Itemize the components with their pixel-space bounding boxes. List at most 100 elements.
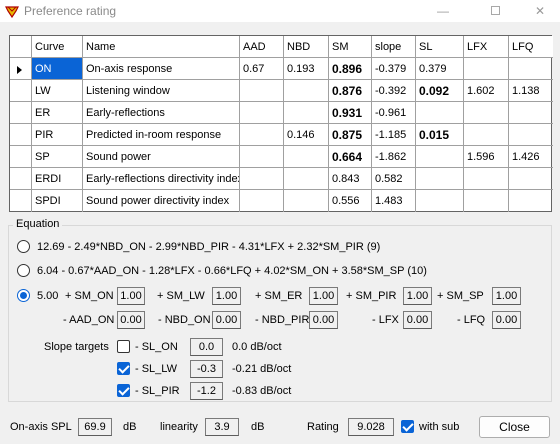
sl-on-checkbox[interactable]: [117, 340, 130, 353]
column-header[interactable]: SM: [329, 36, 372, 58]
column-header[interactable]: LFQ: [509, 36, 553, 58]
table-cell[interactable]: 0.67: [240, 58, 284, 80]
row-header[interactable]: [10, 102, 32, 124]
table-cell[interactable]: [509, 102, 553, 124]
table-cell[interactable]: [416, 190, 464, 212]
table-cell[interactable]: [509, 58, 553, 80]
row-header[interactable]: [10, 190, 32, 212]
linearity-value[interactable]: 3.9: [205, 418, 239, 436]
table-cell[interactable]: 0.843: [329, 168, 372, 190]
row-header[interactable]: [10, 124, 32, 146]
sl-pir-checkbox[interactable]: [117, 384, 130, 397]
table-cell[interactable]: [284, 146, 329, 168]
table-cell-curve[interactable]: LW: [32, 80, 83, 102]
sm-er-weight-input[interactable]: 1.00: [309, 287, 338, 305]
equation-custom-radio[interactable]: [17, 289, 30, 302]
table-cell[interactable]: [464, 58, 509, 80]
nbd-on-weight-input[interactable]: 0.00: [212, 311, 241, 329]
close-button[interactable]: Close: [479, 416, 550, 438]
table-cell[interactable]: [240, 124, 284, 146]
table-cell-curve[interactable]: SPDI: [32, 190, 83, 212]
table-cell[interactable]: Listening window: [83, 80, 240, 102]
table-cell[interactable]: 0.015: [416, 124, 464, 146]
table-cell[interactable]: [240, 168, 284, 190]
maximize-button[interactable]: [472, 0, 518, 23]
table-cell[interactable]: 0.876: [329, 80, 372, 102]
table-cell[interactable]: [240, 80, 284, 102]
column-header[interactable]: Name: [83, 36, 240, 58]
aad-on-weight-input[interactable]: 0.00: [117, 311, 145, 329]
table-cell[interactable]: [464, 124, 509, 146]
column-header[interactable]: slope: [372, 36, 416, 58]
table-cell[interactable]: 0.193: [284, 58, 329, 80]
row-header[interactable]: [10, 80, 32, 102]
sm-pir-weight-input[interactable]: 1.00: [403, 287, 432, 305]
table-cell[interactable]: -0.961: [372, 102, 416, 124]
table-cell[interactable]: [240, 146, 284, 168]
table-cell[interactable]: 0.582: [372, 168, 416, 190]
table-cell[interactable]: 0.556: [329, 190, 372, 212]
table-cell[interactable]: [416, 168, 464, 190]
table-cell[interactable]: -0.379: [372, 58, 416, 80]
equation-option-2-label[interactable]: 6.04 - 0.67*AAD_ON - 1.28*LFX - 0.66*LFQ…: [37, 265, 427, 277]
table-cell-curve[interactable]: ERDI: [32, 168, 83, 190]
table-cell[interactable]: [464, 190, 509, 212]
table-cell[interactable]: [284, 80, 329, 102]
table-cell[interactable]: Early-reflections: [83, 102, 240, 124]
table-cell[interactable]: [240, 102, 284, 124]
table-cell[interactable]: 0.379: [416, 58, 464, 80]
column-header[interactable]: AAD: [240, 36, 284, 58]
table-cell[interactable]: [284, 102, 329, 124]
table-cell[interactable]: 0.664: [329, 146, 372, 168]
table-cell[interactable]: 0.146: [284, 124, 329, 146]
table-cell[interactable]: [240, 190, 284, 212]
row-header[interactable]: [10, 168, 32, 190]
equation-option-1-radio[interactable]: [17, 240, 30, 253]
sl-lw-target-input[interactable]: -0.3: [190, 360, 223, 378]
table-cell[interactable]: Sound power: [83, 146, 240, 168]
close-window-button[interactable]: ✕: [517, 0, 560, 23]
rating-grid[interactable]: Curve Name AAD NBD SM slope SL LFX LFQ O…: [9, 35, 553, 212]
minimize-button[interactable]: —: [420, 0, 466, 23]
nbd-pir-weight-input[interactable]: 0.00: [309, 311, 338, 329]
table-cell[interactable]: 1.602: [464, 80, 509, 102]
table-cell[interactable]: 1.138: [509, 80, 553, 102]
lfx-weight-input[interactable]: 0.00: [403, 311, 432, 329]
table-cell-curve[interactable]: PIR: [32, 124, 83, 146]
table-cell[interactable]: Early-reflections directivity index: [83, 168, 240, 190]
table-cell-curve[interactable]: SP: [32, 146, 83, 168]
sl-lw-checkbox[interactable]: [117, 362, 130, 375]
row-header[interactable]: [10, 146, 32, 168]
sm-sp-weight-input[interactable]: 1.00: [492, 287, 521, 305]
column-header[interactable]: Curve: [32, 36, 83, 58]
row-header-current[interactable]: [10, 58, 32, 80]
table-cell[interactable]: 1.483: [372, 190, 416, 212]
table-cell[interactable]: [464, 102, 509, 124]
table-cell[interactable]: 1.596: [464, 146, 509, 168]
column-header[interactable]: SL: [416, 36, 464, 58]
table-cell[interactable]: [509, 190, 553, 212]
equation-option-2-radio[interactable]: [17, 264, 30, 277]
table-cell[interactable]: 1.426: [509, 146, 553, 168]
table-cell[interactable]: [509, 124, 553, 146]
with-sub-checkbox[interactable]: [401, 420, 414, 433]
sl-on-target-input[interactable]: 0.0: [190, 338, 223, 356]
sl-pir-target-input[interactable]: -1.2: [190, 382, 223, 400]
table-cell[interactable]: 0.092: [416, 80, 464, 102]
table-cell[interactable]: Predicted in-room response: [83, 124, 240, 146]
table-cell[interactable]: -1.185: [372, 124, 416, 146]
sm-lw-weight-input[interactable]: 1.00: [212, 287, 241, 305]
table-cell[interactable]: [416, 102, 464, 124]
table-cell-curve[interactable]: ER: [32, 102, 83, 124]
table-cell[interactable]: -1.862: [372, 146, 416, 168]
lfq-weight-input[interactable]: 0.00: [492, 311, 521, 329]
table-cell[interactable]: -0.392: [372, 80, 416, 102]
table-cell[interactable]: [509, 168, 553, 190]
table-cell-curve[interactable]: ON: [32, 58, 83, 80]
table-cell[interactable]: [464, 168, 509, 190]
table-cell[interactable]: Sound power directivity index: [83, 190, 240, 212]
onaxis-spl-value[interactable]: 69.9: [78, 418, 112, 436]
table-cell[interactable]: 0.931: [329, 102, 372, 124]
table-cell[interactable]: 0.875: [329, 124, 372, 146]
table-cell[interactable]: On-axis response: [83, 58, 240, 80]
